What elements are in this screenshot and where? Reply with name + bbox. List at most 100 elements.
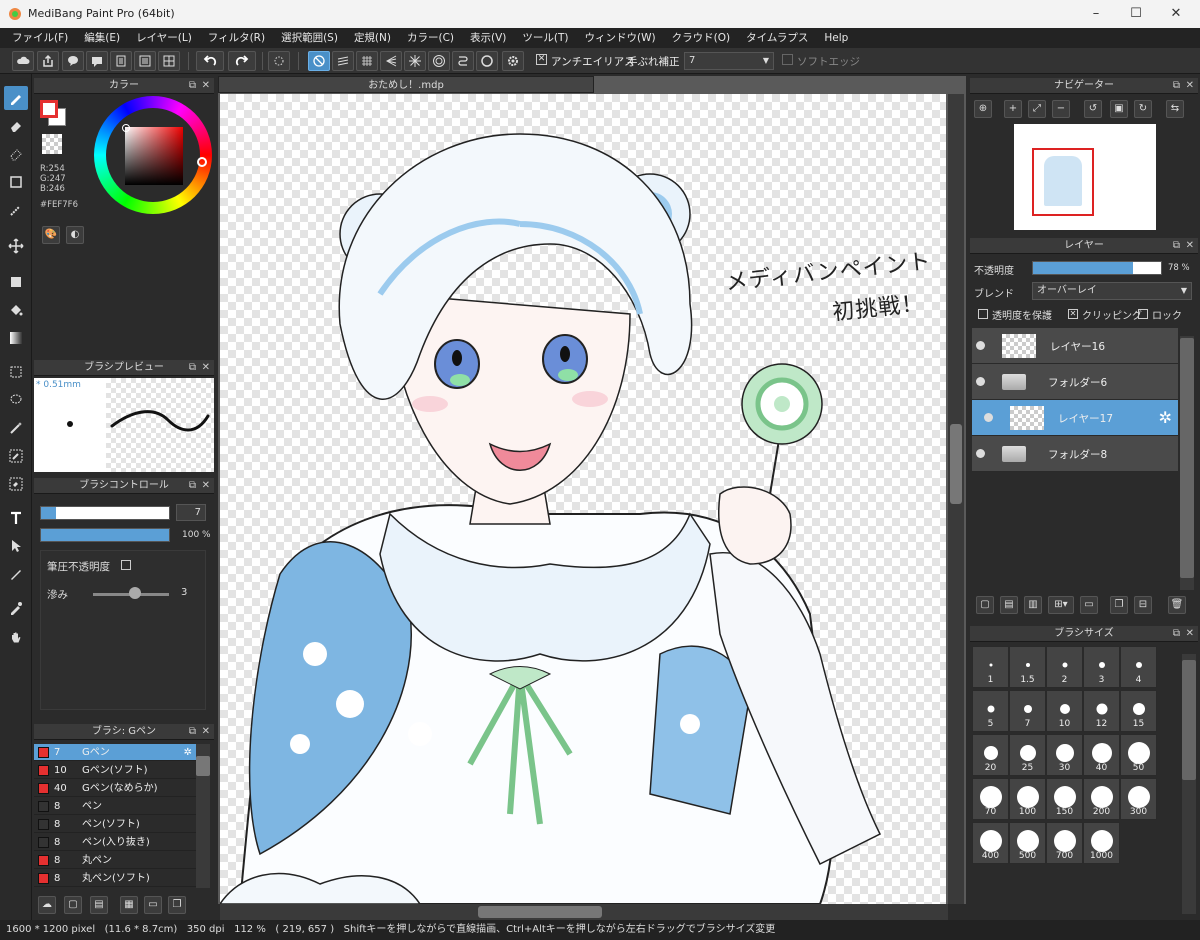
popout-icon[interactable]: ⧉ [1173,78,1180,94]
minimize-button[interactable]: – [1086,4,1106,24]
visibility-toggle-icon[interactable] [984,413,993,422]
select-pen-icon[interactable] [4,444,28,468]
visibility-toggle-icon[interactable] [976,377,985,386]
brush-opacity-slider[interactable] [40,528,170,542]
comment-icon[interactable] [86,51,108,71]
brush-size-cell[interactable]: 50 [1120,734,1157,776]
close-icon[interactable]: ✕ [1186,238,1194,254]
new-layer-icon[interactable]: ▢ [976,596,994,614]
zoom-in-icon[interactable]: + [1004,100,1022,118]
visibility-toggle-icon[interactable] [976,449,985,458]
eyedropper-tool-icon[interactable] [4,596,28,620]
brush-item[interactable]: 8 丸ペン [34,852,196,869]
menu-item-11[interactable]: タイムラプス [738,28,816,48]
stabilizer-select[interactable]: 7 ▼ [684,52,774,70]
brush-size-cell[interactable]: 20 [972,734,1009,776]
lock-checkbox[interactable] [1138,309,1148,319]
snap-off-icon[interactable] [308,51,330,71]
brush-size-cell[interactable]: 15 [1120,690,1157,732]
brush-size-cell[interactable]: 700 [1046,822,1083,864]
merge-layer-icon[interactable]: ⊟ [1134,596,1152,614]
ellipse-snap-icon[interactable] [476,51,498,71]
menu-item-12[interactable]: Help [816,28,856,48]
cross-snap-icon[interactable] [356,51,378,71]
reset-rotation-icon[interactable]: ▣ [1110,100,1128,118]
popout-icon[interactable]: ⧉ [189,78,196,94]
canvas-horizontal-scrollbar[interactable] [220,904,948,920]
visibility-toggle-icon[interactable] [976,341,985,350]
brush-size-scrollbar[interactable] [1182,654,1196,914]
panel-layout-icon[interactable] [158,51,180,71]
brush-item[interactable]: 8 ペン(ソフト) [34,816,196,833]
dotted-eraser-icon[interactable] [4,142,28,166]
brush-tool-icon[interactable] [4,86,28,110]
brush-size-cell[interactable]: 150 [1046,778,1083,820]
brush-item[interactable]: 7 Gペン ✲ [34,744,196,761]
blur-slider-knob[interactable] [129,587,141,599]
brush-size-cell[interactable]: 40 [1083,734,1120,776]
rotate-right-icon[interactable]: ↻ [1134,100,1152,118]
cloud-icon[interactable] [12,51,34,71]
saturation-value-square[interactable] [125,127,183,185]
brush-size-cell[interactable]: 1 [972,646,1009,688]
operation-tool-icon[interactable] [4,534,28,558]
divide-tool-icon[interactable] [4,562,28,586]
brush-size-cell[interactable]: 10 [1046,690,1083,732]
brush-size-slider[interactable] [40,506,170,520]
brush-properties-icon[interactable]: ▦ [120,896,138,914]
popout-icon[interactable]: ⧉ [1173,626,1180,642]
brush-item[interactable]: 8 ペン(入り抜き) [34,834,196,851]
share-icon[interactable] [37,51,59,71]
flip-icon[interactable]: ⇆ [1166,100,1184,118]
select-eraser-icon[interactable] [4,472,28,496]
bucket-tool-icon[interactable] [4,298,28,322]
shape-tool-icon[interactable] [4,170,28,194]
layer-row[interactable]: フォルダー6 [972,364,1178,400]
brush-list-scrollbar[interactable] [196,744,210,888]
menu-item-10[interactable]: クラウド(O) [664,28,738,48]
text-tool-icon[interactable] [4,506,28,530]
zoom-in-icon[interactable]: ⊕ [974,100,992,118]
menu-item-8[interactable]: ツール(T) [514,28,576,48]
menu-item-9[interactable]: ウィンドウ(W) [577,28,664,48]
close-icon[interactable]: ✕ [202,478,210,494]
fit-icon[interactable]: ⤢ [1028,100,1046,118]
new-folder-icon[interactable]: ▭ [1080,596,1098,614]
brush-size-cell[interactable]: 30 [1046,734,1083,776]
dotted-pen-icon[interactable] [4,198,28,222]
brush-size-cell[interactable]: 2 [1046,646,1083,688]
brush-size-cell[interactable]: 200 [1083,778,1120,820]
new-halftone-layer-icon[interactable]: ▤ [1000,596,1018,614]
brush-size-cell[interactable]: 400 [972,822,1009,864]
blend-mode-select[interactable]: オーバーレイ ▼ [1032,282,1192,300]
clipping-checkbox[interactable]: ✕ [1068,309,1078,319]
layer-opacity-slider[interactable] [1032,261,1162,275]
layer-row[interactable]: レイヤー17 ✲ [972,400,1178,436]
menu-item-0[interactable]: ファイル(F) [4,28,76,48]
close-icon[interactable]: ✕ [202,724,210,740]
navigator-viewport[interactable] [1032,148,1094,216]
add-brush-icon[interactable]: ▤ [90,896,108,914]
protect-alpha-checkbox[interactable] [978,309,988,319]
delete-layer-icon[interactable]: 🗑 [1168,596,1186,614]
popout-icon[interactable]: ⧉ [189,360,196,376]
brush-item[interactable]: 10 Gペン(ソフト) [34,762,196,779]
brush-size-cell[interactable]: 4 [1120,646,1157,688]
lasso-tool-icon[interactable] [4,388,28,412]
brush-size-cell[interactable]: 12 [1083,690,1120,732]
brush-size-cell[interactable]: 500 [1009,822,1046,864]
popout-icon[interactable]: ⧉ [189,724,196,740]
close-icon[interactable]: ✕ [1186,626,1194,642]
brush-size-cell[interactable]: 7 [1009,690,1046,732]
concentric-snap-icon[interactable] [428,51,450,71]
brush-size-cell[interactable]: 70 [972,778,1009,820]
brush-size-cell[interactable]: 100 [1009,778,1046,820]
move-tool-icon[interactable] [4,234,28,258]
hue-wheel[interactable] [94,96,212,214]
brush-folder-icon[interactable]: ▭ [144,896,162,914]
close-icon[interactable]: ✕ [202,78,210,94]
zoom-out-icon[interactable]: − [1052,100,1070,118]
softedge-checkbox[interactable] [782,54,793,65]
brush-size-value[interactable]: 7 [176,504,206,521]
page-manage-icon[interactable] [134,51,156,71]
